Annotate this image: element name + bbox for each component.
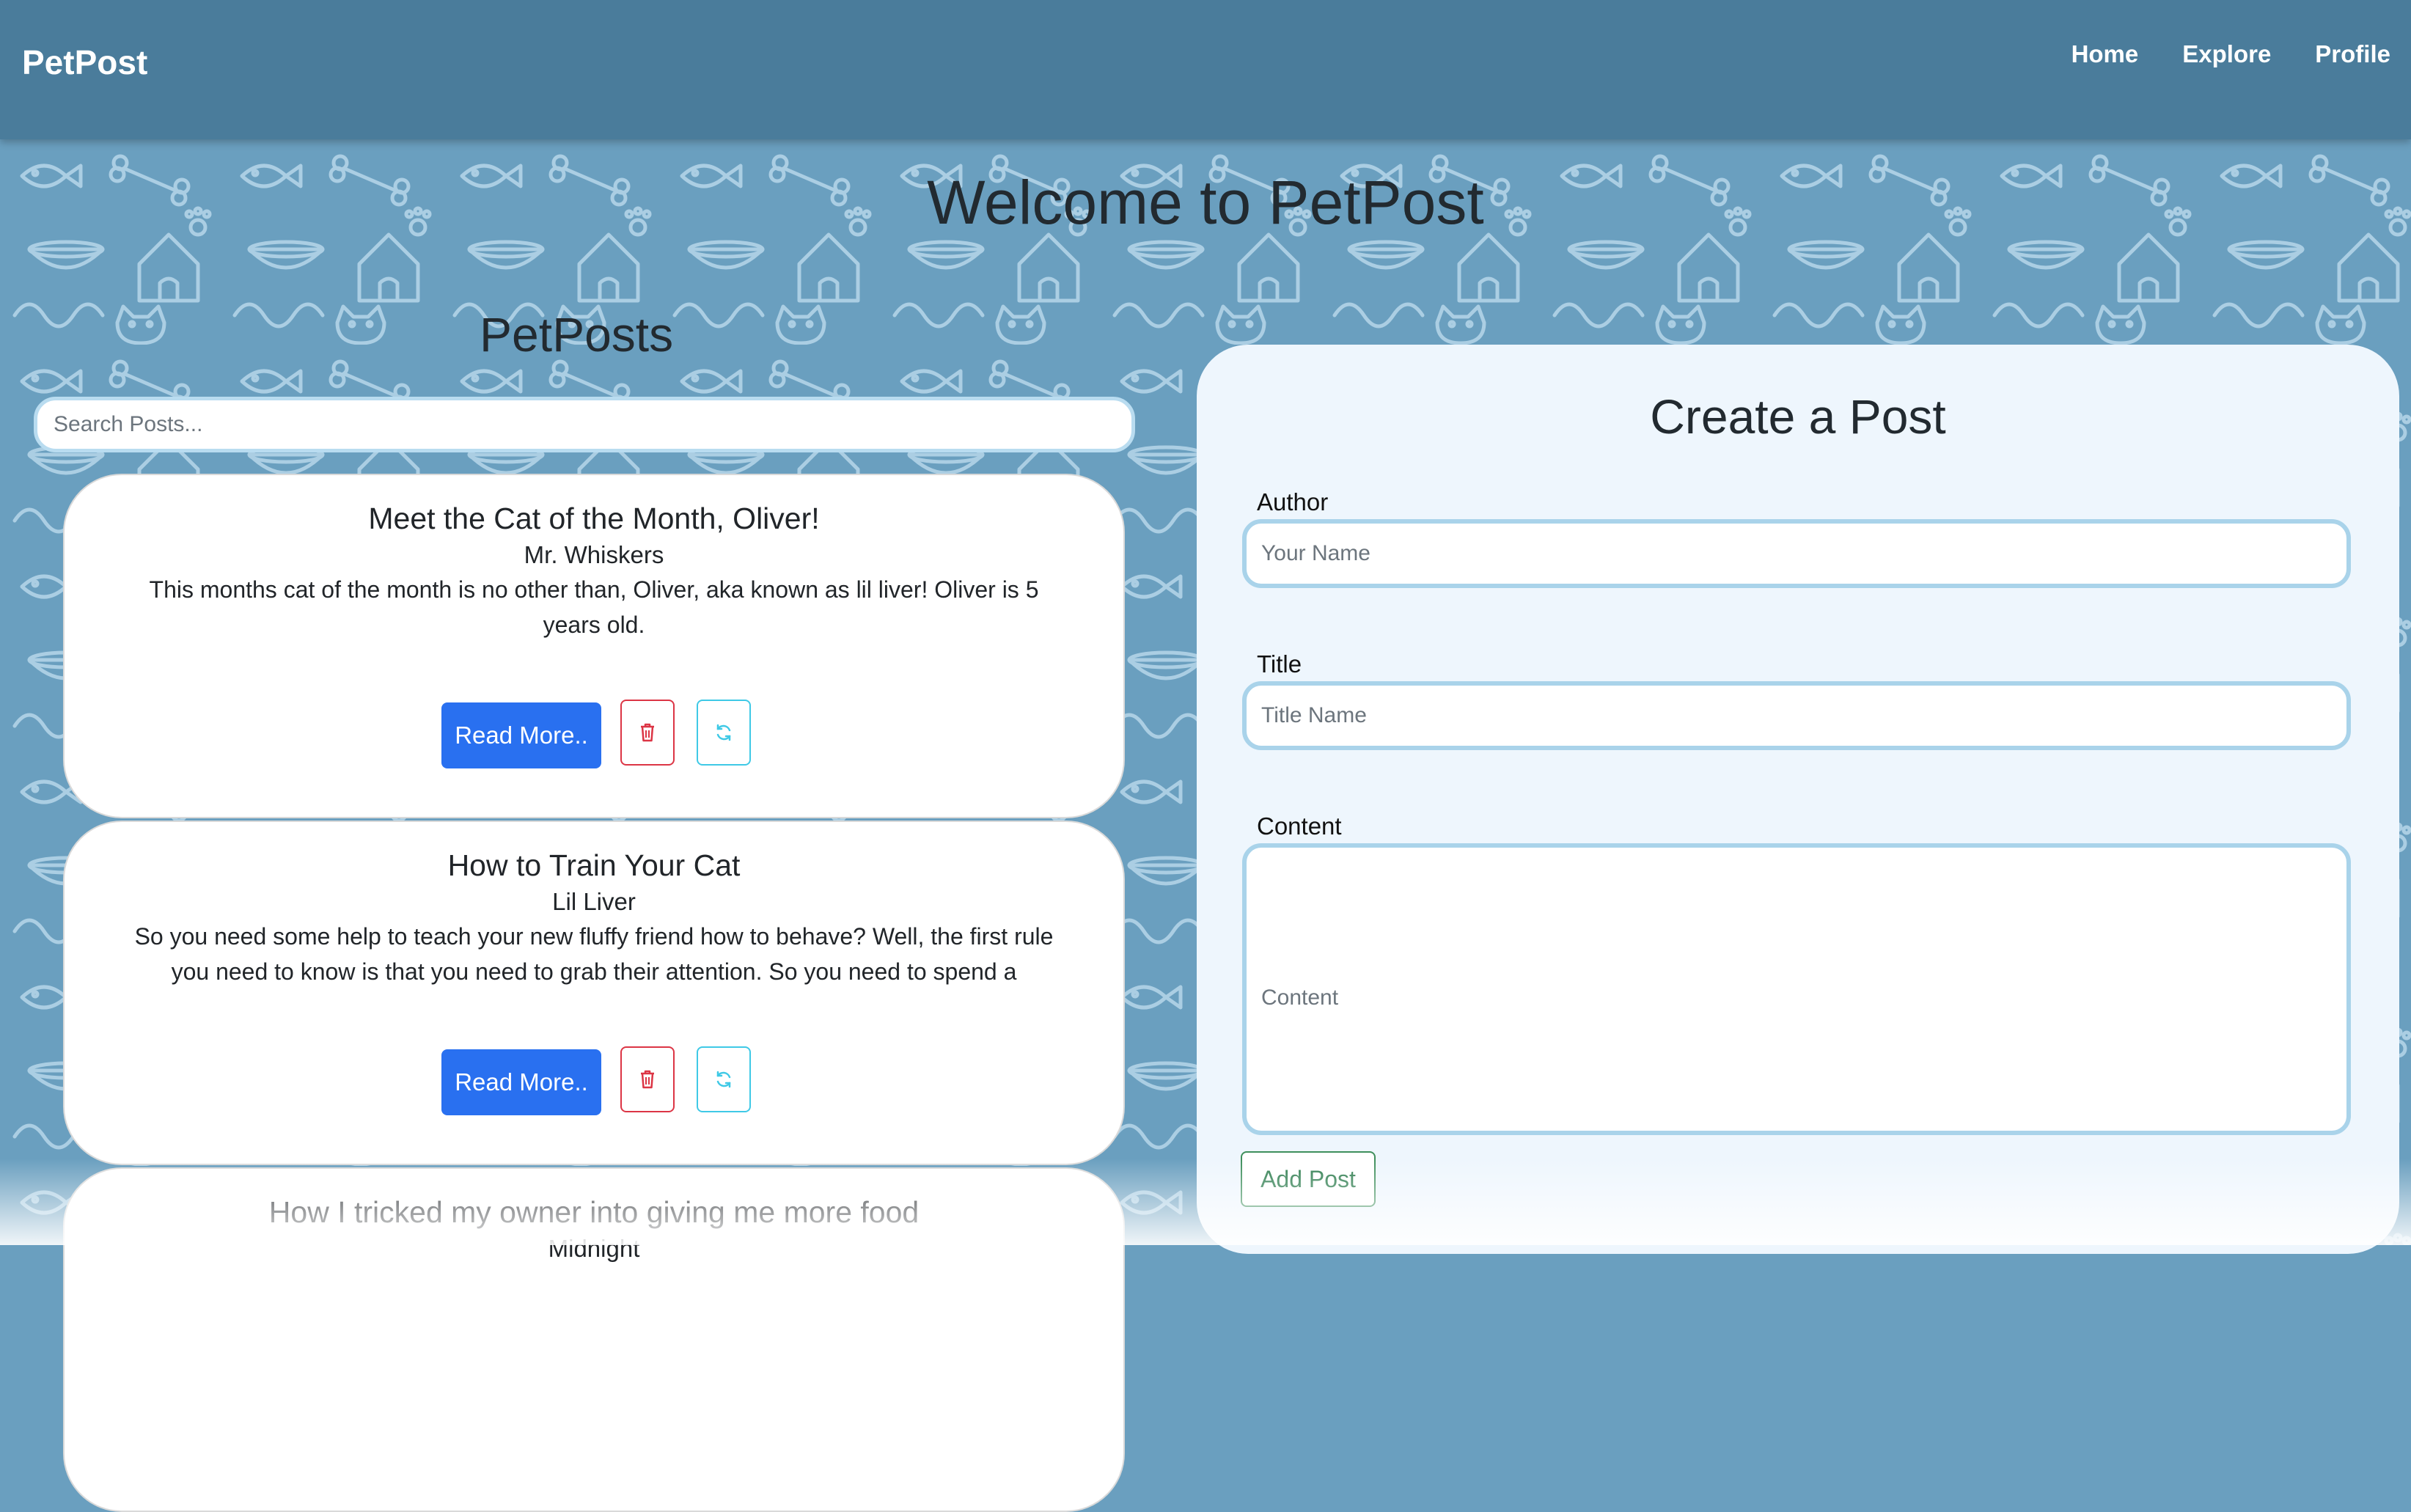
welcome-title: Welcome to PetPost xyxy=(927,168,1484,237)
nav-link-explore[interactable]: Explore xyxy=(2182,40,2271,68)
post-content: This months cat of the month is no other… xyxy=(149,576,1039,638)
post-author: Lil Liver xyxy=(552,888,636,915)
content-label: Content xyxy=(1257,812,1342,840)
author-input[interactable] xyxy=(1242,519,2351,588)
update-post-button[interactable] xyxy=(697,1046,751,1112)
refresh-icon xyxy=(716,1071,731,1088)
nav-link-profile[interactable]: Profile xyxy=(2315,40,2390,68)
title-label: Title xyxy=(1257,650,1302,678)
post-card: Meet the Cat of the Month, Oliver! Mr. W… xyxy=(63,474,1125,818)
post-title: How to Train Your Cat xyxy=(447,848,741,882)
nav-links: Home Explore Profile xyxy=(2071,40,2390,68)
nav-link-home[interactable]: Home xyxy=(2071,40,2139,68)
brand-logo[interactable]: PetPost xyxy=(22,43,147,82)
read-more-button[interactable]: Read More.. xyxy=(441,702,601,768)
trash-icon xyxy=(641,1070,654,1089)
create-post-title: Create a Post xyxy=(1650,389,1946,444)
search-posts-input[interactable] xyxy=(34,397,1135,452)
delete-post-button[interactable] xyxy=(620,1046,675,1112)
content-textarea[interactable] xyxy=(1242,843,2351,1135)
post-content: So you need some help to teach your new … xyxy=(134,923,1054,985)
update-post-button[interactable] xyxy=(697,700,751,766)
trash-icon xyxy=(641,723,654,742)
delete-post-button[interactable] xyxy=(620,700,675,766)
post-title: How I tricked my owner into giving me mo… xyxy=(268,1195,920,1229)
post-title: Meet the Cat of the Month, Oliver! xyxy=(368,502,820,535)
author-label: Author xyxy=(1257,488,1329,515)
refresh-icon xyxy=(716,724,731,741)
title-input[interactable] xyxy=(1242,681,2351,750)
create-post-panel: Create a Post Author Title Content Add P… xyxy=(1197,345,2399,1254)
navbar: PetPost Home Explore Profile xyxy=(0,0,2411,139)
post-author: Midnight xyxy=(548,1235,640,1262)
posts-heading: PetPosts xyxy=(480,307,674,362)
post-card: How I tricked my owner into giving me mo… xyxy=(63,1167,1125,1512)
post-author: Mr. Whiskers xyxy=(524,541,664,568)
add-post-button[interactable]: Add Post xyxy=(1241,1151,1376,1207)
read-more-button[interactable]: Read More.. xyxy=(441,1049,601,1115)
post-card: How to Train Your Cat Lil Liver So you n… xyxy=(63,821,1125,1165)
